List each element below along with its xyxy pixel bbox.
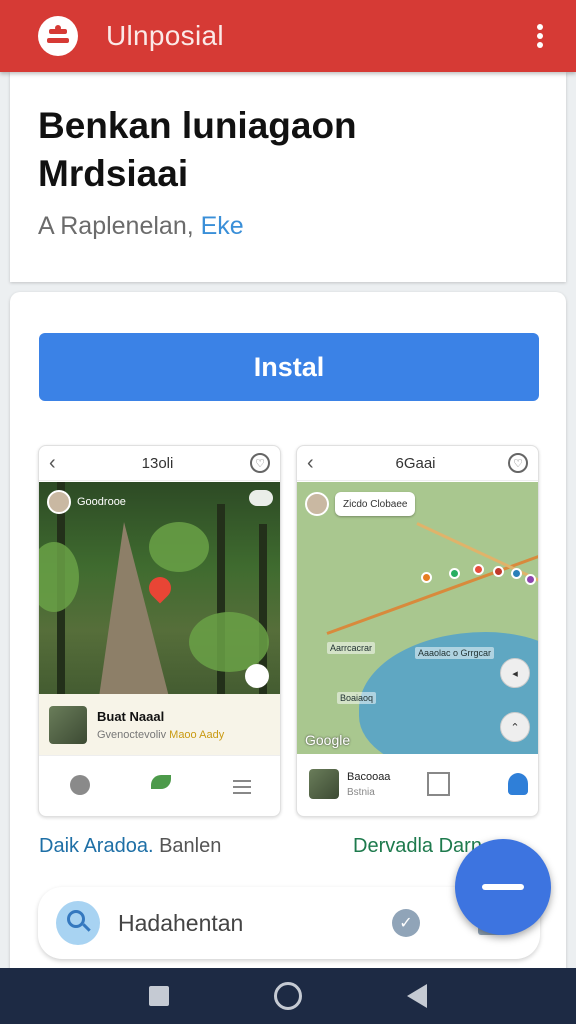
page-title-line2: Mrdsiaai <box>38 153 189 194</box>
heart-icon: ♡ <box>250 453 270 473</box>
back-arrow-icon: ‹ <box>49 451 56 474</box>
user-icon <box>507 773 528 795</box>
checklist-icon <box>427 772 450 796</box>
screenshot-bottom-nav <box>39 756 280 816</box>
compass-icon[interactable]: ⌃ <box>500 712 530 742</box>
photo-label: Goodrooe <box>77 496 126 508</box>
map-chip[interactable]: Zicdo Clobaee <box>335 492 416 516</box>
screenshot-bottom-bar: Bacooaa Bstnia <box>297 752 538 816</box>
map-label: Boaiaoq <box>337 692 377 704</box>
google-logo: Google <box>305 732 351 748</box>
fern <box>189 612 269 672</box>
system-nav-bar <box>0 968 576 1024</box>
profile-icon <box>69 775 91 797</box>
subtitle-text: A Raplenelan, <box>38 212 201 240</box>
fern <box>39 542 79 612</box>
map-pin-icon <box>525 574 536 585</box>
map-label: Aaaolac o Grrgcar <box>415 647 495 659</box>
check-icon[interactable]: ✓ <box>392 909 420 937</box>
map-label: Aarrcacrar <box>327 642 376 654</box>
audio-icon[interactable]: ◂ <box>500 658 530 688</box>
map-pin-icon <box>421 572 432 583</box>
fern <box>149 522 209 572</box>
screenshot-title: 13oli <box>141 454 174 472</box>
screenshot-title: 6Gaai <box>395 454 436 472</box>
user-photo <box>49 705 87 744</box>
avatar <box>305 492 329 516</box>
user-badge: Maoo Aady <box>169 728 225 741</box>
map-view[interactable]: Zicdo Clobaee Aarrcacrar Aaaolac o Grrgc… <box>297 482 538 754</box>
caption-right: Dervadla Darn <box>353 835 482 857</box>
screenshot-map[interactable]: ‹ 6Gaai ♡ Zicdo Clobaee Aarrcacrar Aaaol… <box>296 445 539 817</box>
menu-icon <box>231 775 253 797</box>
search-input[interactable]: Hadahentan <box>118 910 392 937</box>
user-text: Bacooaa Bstnia <box>347 771 421 798</box>
overflow-menu-icon[interactable] <box>528 22 552 50</box>
user-row[interactable]: Buat Naaal Gvenoctevoliv Maoo Aady <box>39 694 280 756</box>
avatar <box>47 490 71 514</box>
forest-photo: Goodrooe <box>39 482 280 694</box>
fab-button[interactable] <box>455 839 551 935</box>
install-button[interactable]: Instal <box>39 333 539 401</box>
app-bar: Ulnposial <box>0 0 576 72</box>
screenshot-trail[interactable]: ‹ 13oli ♡ Goodrooe Buat Naaal Gvenoctevo… <box>38 445 281 817</box>
minus-icon <box>482 884 524 890</box>
subtitle: A Raplenelan, Eke <box>38 212 244 241</box>
subtitle-link[interactable]: Eke <box>201 212 244 240</box>
people-icon <box>249 490 273 506</box>
back-arrow-icon: ‹ <box>307 451 314 474</box>
page-title: Benkan luniagaon Mrdsiaai <box>38 102 538 198</box>
screenshot-top-bar: ‹ 6Gaai ♡ <box>297 446 538 481</box>
user-text: Buat Naaal Gvenoctevoliv Maoo Aady <box>97 709 224 741</box>
user-name: Buat Naaal <box>97 708 165 724</box>
caption-left: Daik Aradoa. Banlen <box>39 835 221 858</box>
user-subtitle: Gvenoctevoliv Maoo Aady <box>97 729 224 741</box>
app-title: Ulnposial <box>106 20 224 51</box>
screenshot-top-bar: ‹ 13oli ♡ <box>39 446 280 481</box>
recents-icon[interactable] <box>148 986 169 1006</box>
search-icon[interactable] <box>56 901 100 945</box>
header-card: Benkan luniagaon Mrdsiaai A Raplenelan, … <box>10 72 566 282</box>
user-subtitle: Bstnia <box>347 786 375 798</box>
map-pin-icon <box>449 568 460 579</box>
page-title-line1: Benkan luniagaon <box>38 105 357 146</box>
location-icon[interactable] <box>245 664 269 688</box>
home-icon[interactable] <box>273 982 302 1010</box>
map-pin-icon <box>473 564 484 575</box>
caption-left-secondary: Banlen <box>153 835 222 857</box>
app-logo-icon <box>38 16 78 56</box>
user-sub-text: Gvenoctevoliv <box>97 728 167 741</box>
user-name: Bacooaa <box>347 770 391 783</box>
map-pin-icon <box>511 568 522 579</box>
heart-icon: ♡ <box>508 453 528 473</box>
back-icon[interactable] <box>407 984 428 1008</box>
user-photo <box>309 769 339 799</box>
map-pin-icon <box>493 566 504 577</box>
caption-left-main: Daik Aradoa. <box>39 835 154 857</box>
leaf-icon <box>150 775 172 797</box>
